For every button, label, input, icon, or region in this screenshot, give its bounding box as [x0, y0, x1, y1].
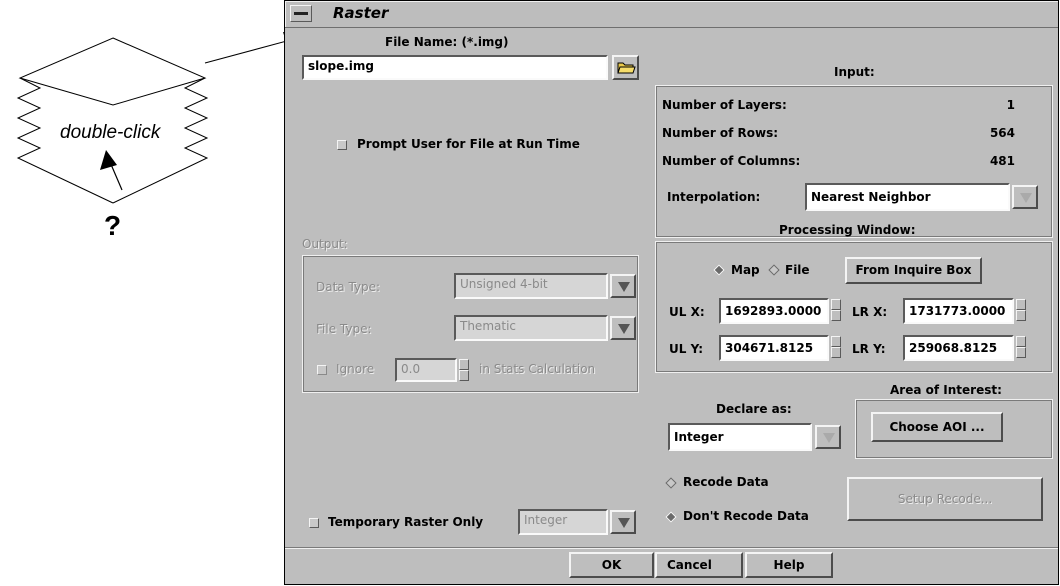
prompt-checkbox[interactable]	[337, 140, 347, 150]
processing-window-label: Processing Window:	[779, 223, 916, 237]
file-type-dropdown[interactable]	[610, 316, 636, 340]
input-label: Input:	[834, 65, 875, 79]
layers-value: 1	[1006, 98, 1015, 112]
file-type-field[interactable]: Thematic	[454, 315, 608, 341]
rows-label: Number of Rows:	[662, 126, 779, 140]
lry-field[interactable]: 259068.8125	[903, 335, 1014, 361]
ulx-field[interactable]: 1692893.0000	[719, 298, 829, 324]
chevron-down-icon	[618, 282, 630, 292]
window-menu-button[interactable]	[290, 5, 312, 22]
temp-raster-label: Temporary Raster Only	[328, 515, 484, 529]
lrx-label: LR X:	[852, 305, 888, 319]
columns-label: Number of Columns:	[662, 154, 801, 168]
file-type-label: File Type:	[316, 322, 372, 336]
columns-value: 481	[989, 154, 1015, 168]
data-type-field[interactable]: Unsigned 4-bit	[454, 273, 608, 299]
lry-label: LR Y:	[852, 342, 886, 356]
ulx-label: UL X:	[669, 305, 705, 319]
setup-recode-button[interactable]: Setup Recode...	[847, 477, 1043, 521]
declare-as-label: Declare as:	[716, 402, 792, 416]
data-type-dropdown[interactable]	[610, 274, 636, 298]
lrx-field[interactable]: 1731773.0000	[903, 298, 1014, 324]
rows-value: 564	[989, 126, 1015, 140]
pointer-arrow	[204, 39, 290, 64]
choose-aoi-button[interactable]: Choose AOI ...	[871, 412, 1003, 442]
ignore-label: Ignore	[336, 362, 375, 376]
open-folder-button[interactable]	[612, 55, 639, 80]
declare-as-field[interactable]: Integer	[668, 423, 812, 451]
uly-field[interactable]: 304671.8125	[719, 335, 829, 361]
help-button[interactable]: Help	[745, 552, 833, 578]
ignore-value-field[interactable]: 0.0	[395, 358, 457, 382]
ulx-spinner[interactable]	[831, 299, 841, 321]
declare-as-dropdown[interactable]	[815, 425, 841, 449]
file-label: File	[785, 263, 810, 277]
dont-recode-radio[interactable]	[665, 511, 677, 523]
interpolation-dropdown[interactable]	[1012, 185, 1038, 209]
interpolation-field[interactable]: Nearest Neighbor	[805, 183, 1010, 211]
double-click-label: double-click	[60, 122, 161, 143]
interpolation-label: Interpolation:	[667, 190, 761, 204]
folder-icon	[616, 62, 636, 74]
output-label: Output:	[302, 237, 348, 251]
ok-button[interactable]: OK	[569, 552, 654, 578]
prompt-label: Prompt User for File at Run Time	[357, 137, 580, 151]
file-name-label: File Name: (*.img)	[385, 35, 509, 49]
cancel-button[interactable]: Cancel	[655, 552, 743, 578]
uly-label: UL Y:	[669, 342, 704, 356]
title-bar: Raster	[285, 1, 1058, 28]
chevron-down-icon	[823, 433, 835, 443]
layers-label: Number of Layers:	[662, 98, 787, 112]
question-mark: ?	[104, 210, 122, 241]
chevron-down-icon	[1020, 193, 1032, 203]
recode-data-label: Recode Data	[683, 475, 769, 489]
dont-recode-label: Don't Recode Data	[683, 509, 809, 523]
ignore-spinner[interactable]	[459, 359, 469, 381]
chevron-down-icon	[618, 518, 630, 528]
temp-type-field[interactable]: Integer	[518, 509, 608, 535]
temp-type-dropdown[interactable]	[610, 510, 636, 534]
data-type-label: Data Type:	[316, 280, 381, 294]
uly-spinner[interactable]	[831, 336, 841, 358]
ignore-checkbox[interactable]	[317, 365, 327, 375]
lrx-spinner[interactable]	[1016, 299, 1026, 321]
temp-raster-checkbox[interactable]	[309, 518, 319, 528]
aoi-label: Area of Interest:	[890, 383, 1002, 397]
from-inquire-box-button[interactable]: From Inquire Box	[845, 257, 982, 284]
raster-dialog: Raster File Name: (*.img) slope.img Prom…	[284, 0, 1059, 585]
lry-spinner[interactable]	[1016, 336, 1026, 358]
stats-calc-label: in Stats Calculation	[479, 362, 596, 376]
map-label: Map	[731, 263, 760, 277]
bottom-separator	[285, 547, 1058, 549]
chevron-down-icon	[618, 324, 630, 334]
recode-data-radio[interactable]	[665, 477, 677, 489]
file-name-input[interactable]: slope.img	[302, 55, 608, 80]
window-title: Raster	[333, 4, 389, 22]
